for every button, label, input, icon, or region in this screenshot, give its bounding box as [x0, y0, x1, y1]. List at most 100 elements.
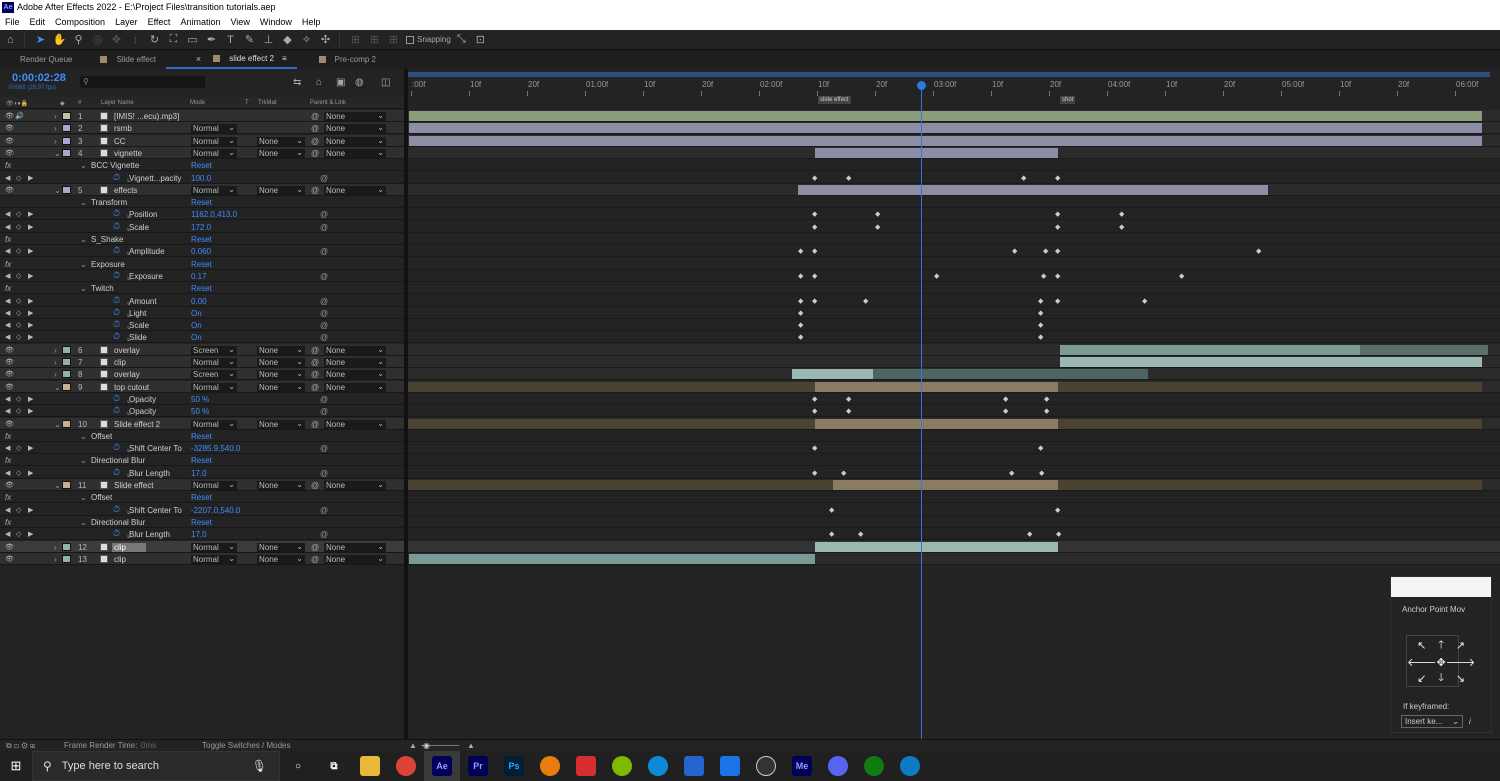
pick-whip-icon[interactable]: @: [311, 137, 319, 146]
twirl-arrow-icon[interactable]: ›: [54, 543, 57, 552]
zoom-slider-handle[interactable]: ◉: [423, 741, 430, 750]
keyframe-marker[interactable]: ◆: [846, 407, 851, 415]
twirl-arrow-icon[interactable]: ⌄: [80, 432, 87, 441]
keyframe-marker[interactable]: ◆: [846, 395, 851, 403]
keyframe-marker[interactable]: ◆: [812, 395, 817, 403]
view-axis-icon[interactable]: ⊞: [385, 32, 402, 48]
layer-duration-bar[interactable]: [798, 184, 1268, 195]
fx-icon[interactable]: fx: [5, 284, 11, 293]
layer-row[interactable]: 👁 › 3 CC Normal ⌄ None ⌄ @ None ⌄: [0, 134, 404, 147]
keyframe-marker[interactable]: ◆: [1055, 247, 1060, 255]
label-color-swatch[interactable]: [62, 382, 71, 391]
edge-dev-icon[interactable]: [892, 751, 928, 781]
keyframe-marker[interactable]: ◆: [812, 272, 817, 280]
layer-duration-bar[interactable]: [408, 480, 833, 490]
keyframe-marker[interactable]: ◆: [798, 297, 803, 305]
keyframe-marker[interactable]: ◆: [1038, 321, 1043, 329]
next-keyframe-icon[interactable]: ▶: [28, 174, 33, 182]
panel-menu-icon[interactable]: ≡: [282, 54, 287, 63]
fx-icon[interactable]: fx: [5, 456, 11, 465]
blend-mode-select[interactable]: Normal ⌄: [191, 382, 237, 392]
keyframe-marker[interactable]: ◆: [1055, 210, 1060, 218]
keyframe-marker[interactable]: ◆: [1056, 530, 1061, 538]
effect-row[interactable]: fx ⌄ Directional Blur Reset: [0, 454, 404, 467]
keyframe-marker[interactable]: ◆: [875, 223, 880, 231]
prev-keyframe-icon[interactable]: ◀: [5, 333, 10, 341]
stopwatch-icon[interactable]: ⏱: [113, 307, 120, 318]
zoom-tool-icon[interactable]: ⚲: [70, 32, 87, 48]
speaker-icon[interactable]: 🔊: [15, 112, 24, 120]
parent-select[interactable]: None ⌄: [324, 111, 386, 121]
prev-keyframe-icon[interactable]: ◀: [5, 407, 10, 415]
comp-marker[interactable]: slide effect: [818, 96, 851, 104]
arrow-bottom-left-icon[interactable]: ↙: [1407, 669, 1437, 688]
parent-select[interactable]: None ⌄: [324, 480, 386, 490]
twirl-arrow-icon[interactable]: ⌄: [80, 161, 87, 170]
property-row[interactable]: ◀ ◇ ▶ ⏱ ⌞ Blur Length 17.0 @: [0, 528, 404, 541]
arrow-top-left-icon[interactable]: ↖: [1407, 636, 1437, 655]
keyframe-marker[interactable]: ◆: [1119, 223, 1124, 231]
arrow-left-icon[interactable]: 🡐: [1407, 655, 1437, 669]
property-value[interactable]: On: [191, 309, 202, 318]
stopwatch-icon[interactable]: ⏱: [113, 319, 120, 330]
taskbar-search-input[interactable]: ⚲ Type here to search 🎙: [32, 751, 280, 781]
label-color-swatch[interactable]: [62, 345, 71, 354]
prev-keyframe-icon[interactable]: ◀: [5, 174, 10, 182]
stopwatch-icon[interactable]: ⏱: [113, 405, 120, 416]
edge-icon[interactable]: [640, 751, 676, 781]
blend-mode-select[interactable]: Normal ⌄: [191, 185, 237, 195]
track-matte-select[interactable]: None ⌄: [257, 369, 305, 380]
keyframe-marker[interactable]: ◆: [1043, 247, 1048, 255]
cortana-icon[interactable]: ○: [280, 751, 316, 781]
expression-pick-whip-icon[interactable]: @: [320, 174, 328, 183]
keyframe-marker[interactable]: ◆: [798, 247, 803, 255]
snap-options-icon[interactable]: ⤡: [453, 32, 470, 48]
arrow-right-icon[interactable]: 🡒: [1446, 655, 1476, 669]
keyframe-marker[interactable]: ◆: [1055, 174, 1060, 182]
keyframe-marker[interactable]: ◆: [1038, 297, 1043, 305]
add-keyframe-icon[interactable]: ◇: [16, 223, 21, 231]
expression-pick-whip-icon[interactable]: @: [320, 444, 328, 453]
eye-icon[interactable]: 👁: [5, 420, 14, 428]
tab-pre-comp-2[interactable]: Pre-comp 2: [297, 50, 386, 69]
twirl-arrow-icon[interactable]: ⌄: [80, 518, 87, 527]
reset-link[interactable]: Reset: [191, 518, 212, 527]
layer-row[interactable]: 👁 › 12 clip Normal ⌄ None ⌄ @ None ⌄: [0, 540, 404, 553]
twirl-arrow-icon[interactable]: ›: [54, 137, 57, 146]
label-color-swatch[interactable]: [62, 554, 71, 563]
photoshop-icon[interactable]: Ps: [496, 751, 532, 781]
keyframe-marker[interactable]: ◆: [934, 272, 939, 280]
expression-pick-whip-icon[interactable]: @: [320, 407, 328, 416]
add-keyframe-icon[interactable]: ◇: [16, 444, 21, 452]
fx-icon[interactable]: fx: [5, 161, 11, 170]
keyframe-marker[interactable]: ◆: [1044, 395, 1049, 403]
stopwatch-icon[interactable]: ⏱: [113, 467, 120, 478]
pick-whip-icon[interactable]: @: [311, 383, 319, 392]
next-keyframe-icon[interactable]: ▶: [28, 247, 33, 255]
prev-keyframe-icon[interactable]: ◀: [5, 223, 10, 231]
blue-app-icon[interactable]: [712, 751, 748, 781]
keyframe-marker[interactable]: ◆: [1021, 174, 1026, 182]
layer-duration-bar[interactable]: [873, 369, 1148, 380]
selection-tool-icon[interactable]: ➤: [32, 32, 49, 48]
windows-start-icon[interactable]: ⊞: [0, 751, 32, 781]
keyframe-marker[interactable]: ◆: [829, 506, 834, 514]
layer-row[interactable]: 👁 ⌄ 10 Slide effect 2 Normal ⌄ None ⌄ @ None ⌄: [0, 417, 404, 430]
stopwatch-icon[interactable]: ⏱: [113, 331, 120, 342]
twirl-arrow-icon[interactable]: ›: [54, 346, 57, 355]
property-value[interactable]: 172.0: [191, 223, 211, 232]
layer-row[interactable]: 👁 › 6 overlay Screen ⌄ None ⌄ @ None ⌄: [0, 343, 404, 356]
label-color-swatch[interactable]: [62, 542, 71, 551]
fx-icon[interactable]: fx: [5, 235, 11, 244]
expression-pick-whip-icon[interactable]: @: [320, 223, 328, 232]
layer-name[interactable]: clip: [114, 555, 126, 564]
track-matte-select[interactable]: None ⌄: [257, 136, 305, 146]
property-value[interactable]: 17.0: [191, 469, 207, 478]
layer-name[interactable]: [IMIS! ...ecu).mp3]: [114, 112, 179, 121]
menu-file[interactable]: File: [0, 17, 25, 27]
add-keyframe-icon[interactable]: ◇: [16, 506, 21, 514]
brush-tool-icon[interactable]: ✎: [241, 32, 258, 48]
property-group-row[interactable]: ⌄ Transform Reset: [0, 196, 404, 209]
parent-select[interactable]: None ⌄: [324, 148, 386, 158]
expression-pick-whip-icon[interactable]: @: [320, 297, 328, 306]
